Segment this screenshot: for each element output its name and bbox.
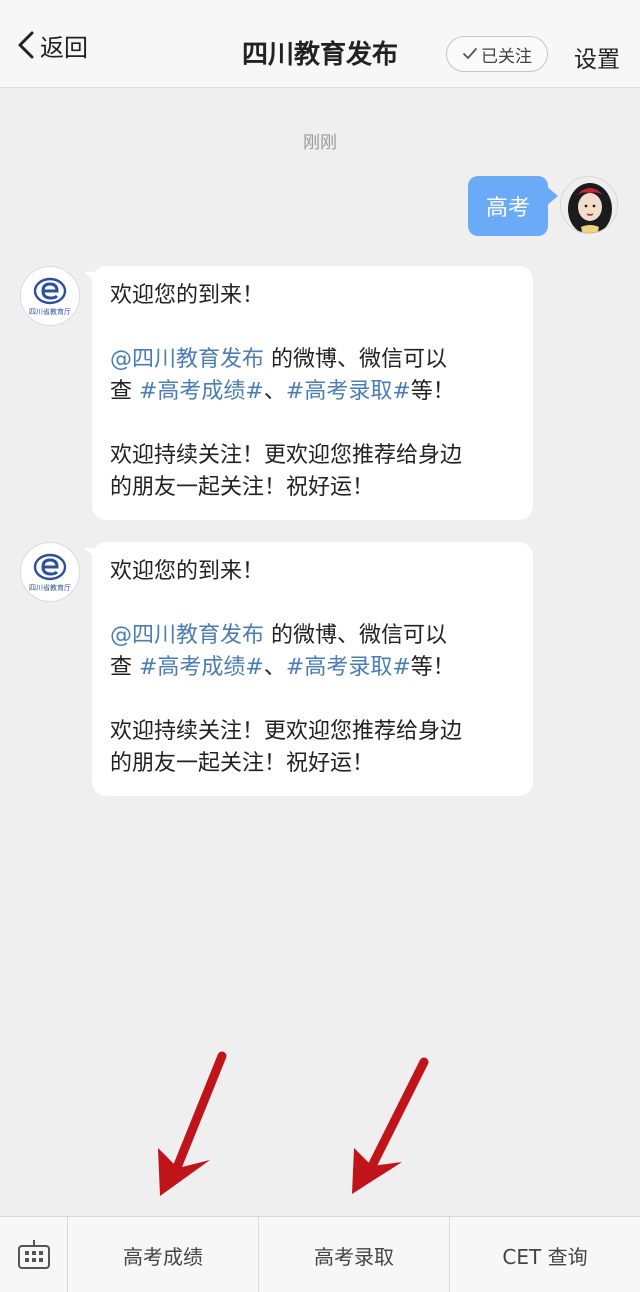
message-text: 、 [263,655,286,680]
hashtag-link[interactable]: #高考成绩# [139,655,264,680]
received-message: 四川省教育厅 欢迎您的到来！ @四川教育发布 的微博、微信可以 查 #高考成绩#… [20,266,533,520]
message-text: 的微博、微信可以 [264,347,448,372]
received-message: 四川省教育厅 欢迎您的到来！ @四川教育发布 的微博、微信可以 查 #高考成绩#… [20,542,533,796]
red-arrow-icon [158,1051,227,1196]
message-text: 查 [110,655,139,680]
message-text: 等！ [410,379,455,404]
red-arrow-icon [352,1057,429,1194]
hashtag-link[interactable]: #高考录取# [286,379,411,404]
account-avatar[interactable]: 四川省教育厅 [20,266,80,326]
message-line: 查 #高考成绩#、#高考录取#等！ [110,652,513,684]
logo-caption: 四川省教育厅 [29,583,71,592]
hashtag-link[interactable]: #高考成绩# [139,379,264,404]
sent-message: 高考 [467,176,618,236]
received-message-bubble: 欢迎您的到来！ @四川教育发布 的微博、微信可以 查 #高考成绩#、#高考录取#… [84,266,533,520]
chevron-left-icon [18,31,34,59]
menu-item-gaokao-score[interactable]: 高考成绩 [68,1217,259,1292]
menu-item-gaokao-admission[interactable]: 高考录取 [259,1217,450,1292]
user-avatar-image [561,177,617,233]
message-text: 的微博、微信可以 [264,623,448,648]
logo-caption: 四川省教育厅 [29,307,71,316]
message-line: 欢迎您的到来！ [110,283,265,308]
nav-bar: 返回 四川教育发布 已关注 设置 [0,0,640,88]
check-icon [463,48,477,59]
hashtag-link[interactable]: #高考录取# [286,655,411,680]
user-avatar[interactable] [560,176,618,234]
message-line: 查 #高考成绩#、#高考录取#等！ [110,376,513,408]
followed-label: 已关注 [481,46,532,67]
received-message-bubble: 欢迎您的到来！ @四川教育发布 的微博、微信可以 查 #高考成绩#、#高考录取#… [84,542,533,796]
message-line: 欢迎持续关注！更欢迎您推荐给身边 [110,443,463,468]
message-text: 等！ [410,655,455,680]
back-label: 返回 [40,33,88,62]
annotation-arrows [158,1051,429,1196]
message-timestamp: 刚刚 [303,133,337,153]
message-text: 查 [110,379,139,404]
bottom-menu-bar: 高考成绩 高考录取 CET 查询 [0,1216,640,1292]
education-logo-icon [33,277,67,304]
message-line: @四川教育发布 的微博、微信可以 [110,344,513,376]
message-line: 欢迎持续关注！更欢迎您推荐给身边 [110,719,463,744]
menu-item-cet-query[interactable]: CET 查询 [450,1217,640,1292]
keyboard-icon [17,1240,50,1269]
settings-button[interactable]: 设置 [574,40,620,74]
back-button[interactable]: 返回 [16,30,88,62]
keyboard-toggle-button[interactable] [0,1217,68,1292]
message-line: 的朋友一起关注！祝好运！ [110,751,375,776]
followed-button[interactable]: 已关注 [446,36,548,72]
mention-link[interactable]: @四川教育发布 [110,347,264,372]
message-line: 的朋友一起关注！祝好运！ [110,475,375,500]
sent-message-bubble[interactable]: 高考 [467,176,559,236]
mention-link[interactable]: @四川教育发布 [110,623,264,648]
account-avatar[interactable]: 四川省教育厅 [20,542,80,602]
message-line: @四川教育发布 的微博、微信可以 [110,620,513,652]
message-text: 、 [263,379,286,404]
education-logo-icon [33,553,67,580]
message-line: 欢迎您的到来！ [110,559,265,584]
